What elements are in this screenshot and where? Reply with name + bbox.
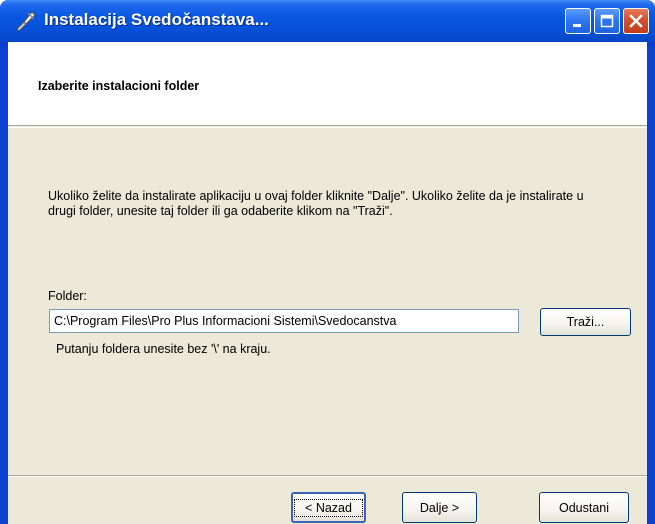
maximize-button[interactable]: [594, 8, 620, 34]
minimize-icon: [573, 24, 581, 27]
header-divider: [8, 127, 647, 128]
header-panel: Izaberite instalacioni folder: [8, 42, 647, 126]
footer-divider-highlight: [8, 476, 647, 477]
back-button[interactable]: < Nazad: [291, 492, 366, 523]
dialog-body: Izaberite instalacioni folder Ukoliko že…: [8, 42, 647, 524]
close-button[interactable]: [623, 8, 649, 34]
next-button[interactable]: Dalje >: [402, 492, 477, 523]
folder-label: Folder:: [48, 289, 87, 303]
close-icon: [629, 14, 643, 28]
cancel-button-label: Odustani: [558, 500, 610, 515]
next-button-label: Dalje >: [419, 500, 460, 515]
back-button-label: < Nazad: [294, 498, 363, 517]
folder-path-input[interactable]: [49, 309, 519, 333]
description-text: Ukoliko želite da instalirate aplikaciju…: [48, 189, 584, 218]
browse-button[interactable]: Traži...: [540, 308, 631, 336]
title-bar[interactable]: Instalacija Svedočanstava...: [0, 0, 655, 42]
maximize-icon: [600, 14, 614, 28]
installer-window: Instalacija Svedočanstava... Izaberite i…: [0, 0, 655, 524]
window-title: Instalacija Svedočanstava...: [44, 10, 269, 29]
path-hint: Putanju foldera unesite bez '\' na kraju…: [56, 342, 271, 356]
minimize-button[interactable]: [565, 8, 591, 34]
installer-icon: [16, 11, 36, 32]
browse-button-label: Traži...: [566, 315, 605, 329]
page-title: Izaberite instalacioni folder: [38, 79, 200, 93]
cancel-button[interactable]: Odustani: [539, 492, 629, 523]
